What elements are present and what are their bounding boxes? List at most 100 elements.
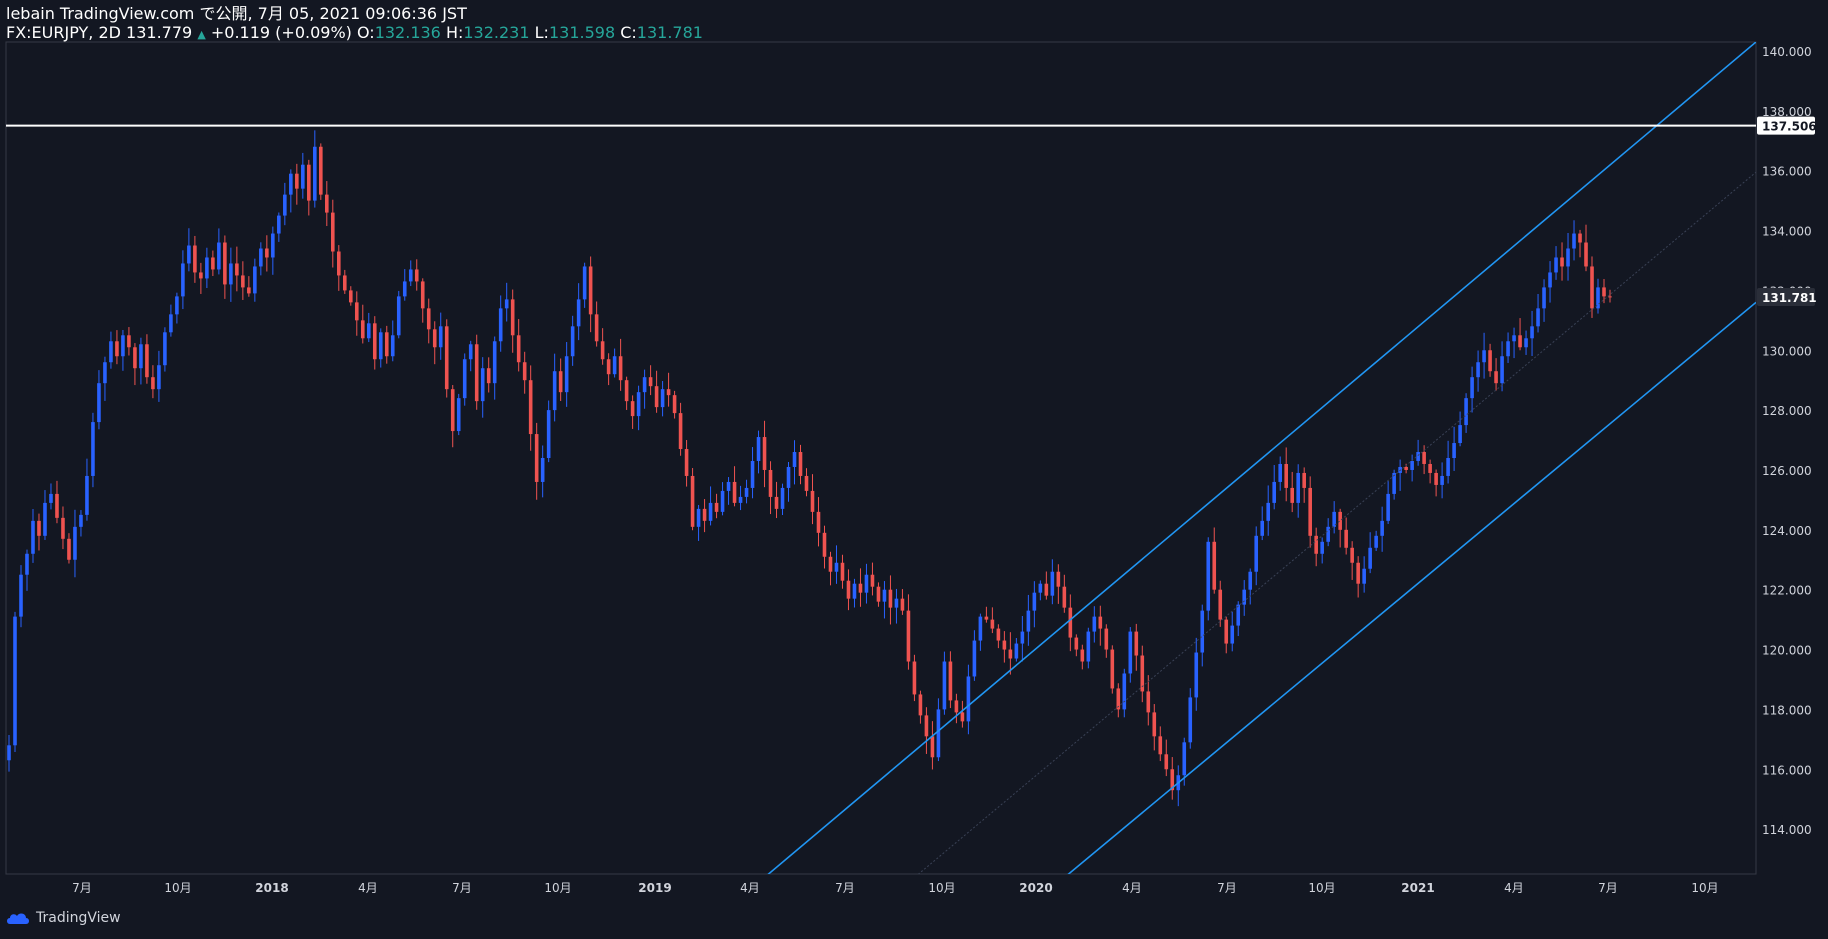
x-tick-label: 10月 xyxy=(928,881,955,895)
candle-body xyxy=(1380,520,1384,536)
candle xyxy=(259,242,263,276)
candle-body xyxy=(1422,452,1426,464)
candle xyxy=(1188,688,1193,749)
candle xyxy=(1134,623,1139,671)
candle xyxy=(25,549,29,591)
candle-body xyxy=(354,302,359,321)
y-tick-label: 136.000 xyxy=(1762,165,1812,179)
candle xyxy=(738,485,743,511)
candle xyxy=(79,510,83,537)
candle-body xyxy=(1284,463,1289,488)
candle-body xyxy=(972,640,977,677)
candle xyxy=(768,461,773,515)
candle xyxy=(516,319,521,372)
candle-body xyxy=(1578,233,1582,243)
candle-body xyxy=(696,508,701,527)
x-tick-label: 4月 xyxy=(358,881,378,895)
candle-body xyxy=(169,314,173,333)
candle xyxy=(990,607,995,634)
candle xyxy=(1434,469,1438,497)
candle xyxy=(295,163,299,205)
candle-body xyxy=(1122,673,1127,710)
tradingview-logo[interactable]: TradingView xyxy=(6,910,121,926)
candle-body xyxy=(624,380,629,402)
candle-body xyxy=(648,377,653,387)
candle xyxy=(726,477,731,505)
candle-body xyxy=(636,392,641,417)
candle xyxy=(187,228,191,272)
candle-body xyxy=(1044,583,1049,596)
candle xyxy=(468,340,473,372)
candle xyxy=(1446,440,1450,484)
candle xyxy=(1494,358,1498,391)
candle xyxy=(7,734,11,772)
candle-body xyxy=(181,263,185,297)
candle-body xyxy=(85,475,89,515)
candle xyxy=(1212,527,1217,594)
candle-body xyxy=(19,574,23,617)
candle-body xyxy=(558,371,563,393)
candle xyxy=(1104,624,1109,658)
candle xyxy=(319,143,323,200)
y-tick-label: 124.000 xyxy=(1762,524,1812,538)
candle xyxy=(1020,615,1025,662)
candle-body xyxy=(630,401,635,417)
candle-body xyxy=(1266,502,1271,521)
candle-body xyxy=(1086,631,1091,662)
candle-body xyxy=(295,173,299,189)
candle-body xyxy=(444,326,449,390)
candle xyxy=(307,159,311,216)
price-chart[interactable]: 114.000 116.000 118.000 120.000 122.000 124.0… xyxy=(0,0,1828,939)
candle-body xyxy=(888,589,893,608)
candle-body xyxy=(384,332,389,357)
candle xyxy=(91,412,95,488)
candle xyxy=(1026,594,1031,646)
candle xyxy=(1518,318,1522,351)
candle xyxy=(330,199,335,268)
candle xyxy=(139,337,143,385)
candle-body xyxy=(1416,452,1420,461)
candle-body xyxy=(1302,472,1306,488)
candle-body xyxy=(618,356,623,381)
candle-body xyxy=(924,715,929,737)
candle-body xyxy=(1206,541,1211,611)
x-tick-label: 10月 xyxy=(544,881,571,895)
candle xyxy=(1098,605,1103,646)
candle-body xyxy=(774,496,779,509)
candle xyxy=(1176,765,1181,807)
candle xyxy=(37,513,41,551)
y-tick-label: 130.000 xyxy=(1762,344,1812,358)
candle-body xyxy=(882,589,887,602)
candle xyxy=(1344,517,1348,555)
candle xyxy=(1284,447,1289,502)
x-tick-label: 2018 xyxy=(255,881,288,895)
candle-body xyxy=(1080,649,1085,662)
candle-body xyxy=(768,469,773,497)
candle xyxy=(31,509,35,563)
candle-body xyxy=(1272,481,1277,503)
candle xyxy=(19,565,23,628)
time-axis: 7月 10月 2018 4月 7月 10月 2019 4月 7月 10月 2020 4月 7月 10月 20… xyxy=(72,881,1718,895)
candle xyxy=(229,247,233,302)
candle xyxy=(1128,627,1133,683)
change-up-icon: ▲ xyxy=(197,28,206,41)
candle-body xyxy=(1572,233,1576,249)
candle xyxy=(672,390,677,419)
candle-body xyxy=(139,344,143,369)
candle xyxy=(744,479,749,504)
candle-body xyxy=(31,520,35,554)
candle xyxy=(163,327,167,372)
candle-body xyxy=(1296,472,1300,503)
candle xyxy=(43,490,47,540)
candle-body xyxy=(1278,463,1283,482)
candle xyxy=(378,328,383,368)
candle xyxy=(67,533,71,564)
x-tick-label: 4月 xyxy=(740,881,760,895)
candle-body xyxy=(492,341,497,384)
candle xyxy=(1416,439,1420,466)
candle xyxy=(504,282,509,322)
candle-body xyxy=(342,275,347,291)
x-tick-label: 4月 xyxy=(1122,881,1142,895)
candle-body xyxy=(498,308,503,342)
candle-body xyxy=(175,296,179,315)
